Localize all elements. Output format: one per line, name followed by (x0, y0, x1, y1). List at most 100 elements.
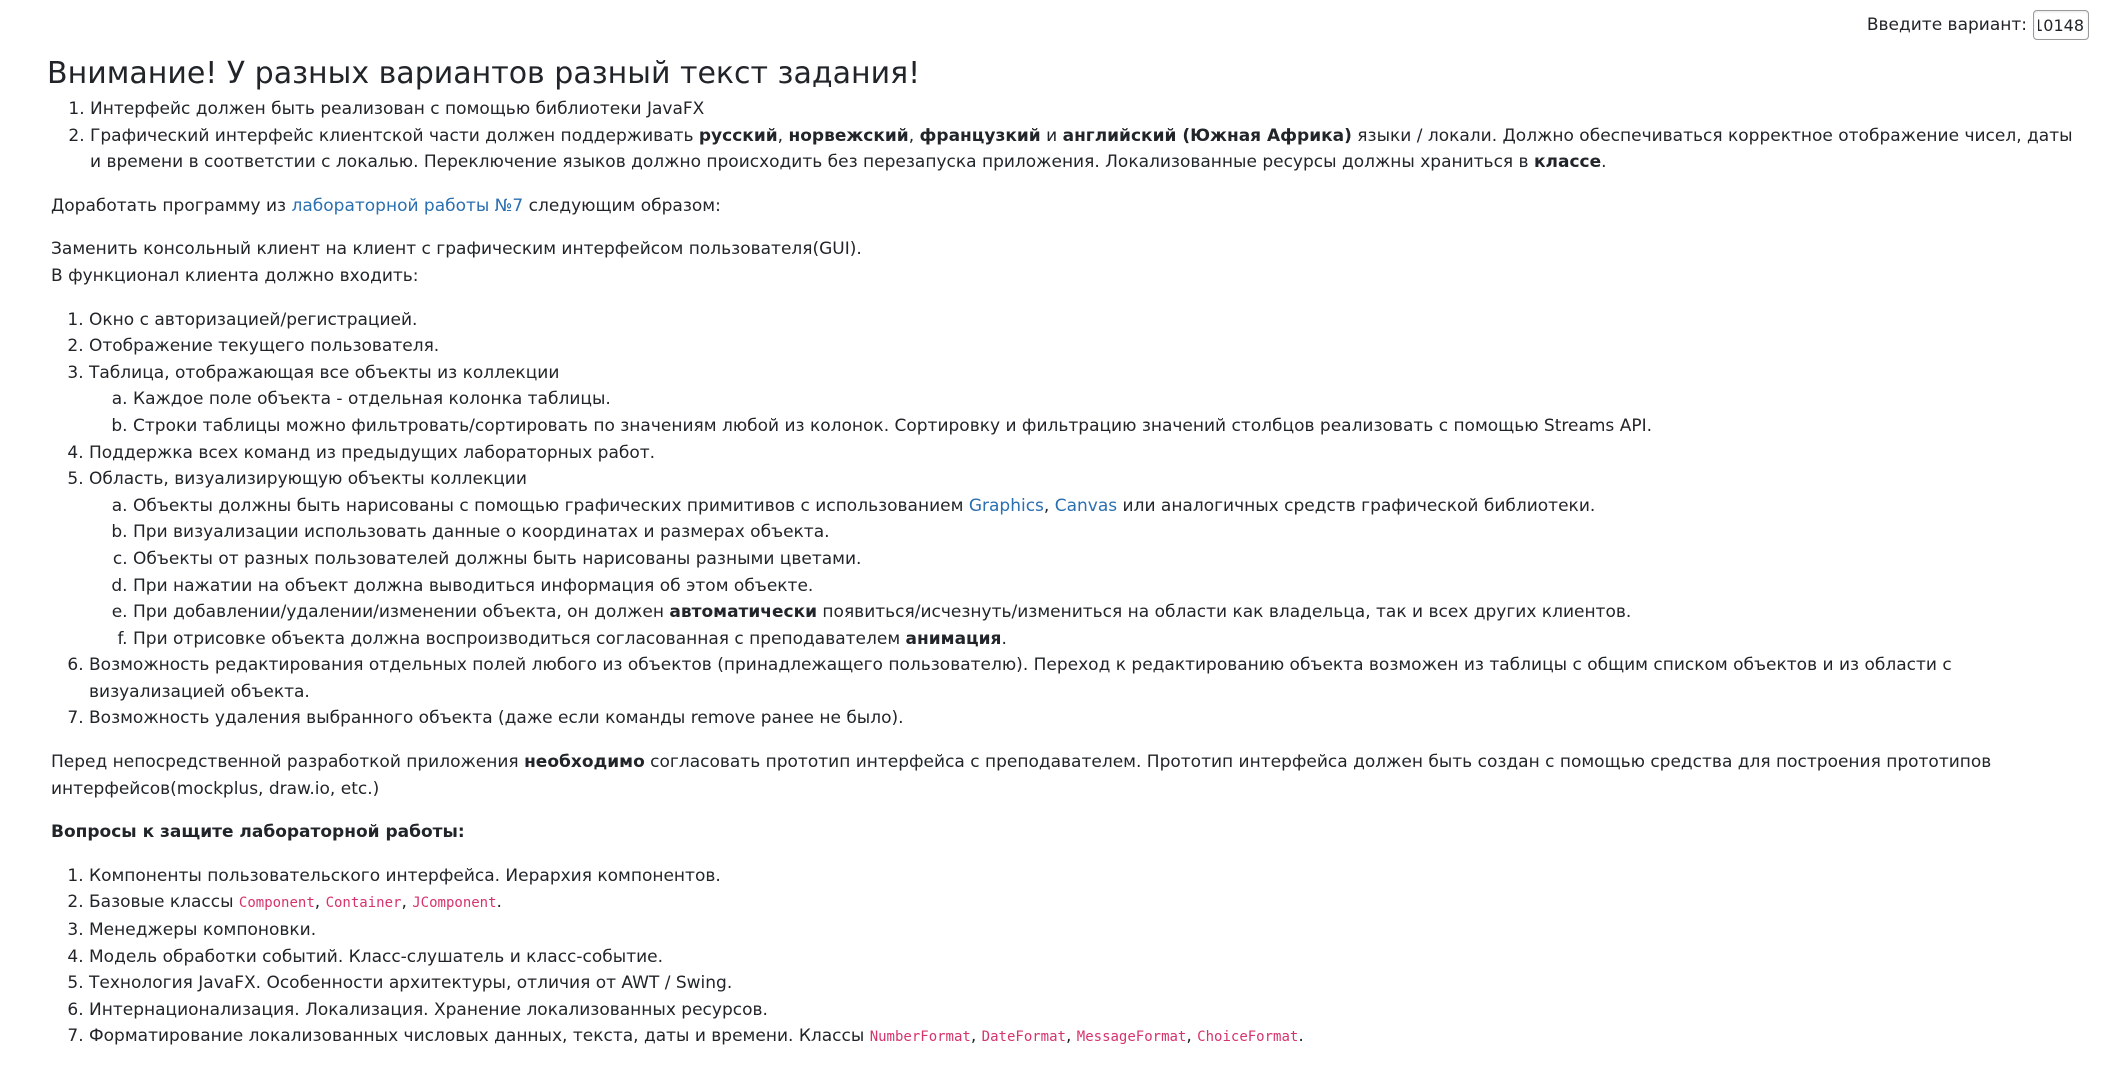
list-item: Таблица, отображающая все объекты из кол… (89, 360, 2087, 440)
feature-text: При отрисовке объекта должна воспроизвод… (133, 628, 906, 649)
feature-text: Объекты от разных пользователей должны б… (133, 548, 862, 569)
separator: . (1298, 1026, 1304, 1047)
feature-text: При визуализации использовать данные о к… (133, 522, 830, 543)
list-item: Менеджеры компоновки. (89, 917, 2087, 944)
question-text: Интернационализация. Локализация. Хранен… (89, 999, 768, 1020)
list-item: Объекты от разных пользователей должны б… (133, 546, 2087, 573)
feature-text: Возможность удаления выбранного объекта … (89, 708, 904, 729)
question-text: Компоненты пользовательского интерфейса.… (89, 865, 721, 886)
variant-label: Введите вариант: (1866, 14, 2027, 35)
feature-text: Строки таблицы можно фильтровать/сортиро… (133, 415, 1652, 436)
variant-input[interactable] (2033, 10, 2089, 40)
page-title: Внимание! У разных вариантов разный текс… (47, 56, 921, 91)
intro-text: Доработать программу из (51, 195, 292, 216)
question-text: Менеджеры компоновки. (89, 920, 317, 941)
separator: , (1043, 495, 1055, 516)
list-item: Компоненты пользовательского интерфейса.… (89, 863, 2087, 890)
emphasis: необходимо (524, 752, 645, 773)
question-text: Форматирование локализованных числовых д… (89, 1026, 870, 1047)
replace-text: В функционал клиента должно входить: (51, 265, 419, 286)
separator: , (970, 1026, 982, 1047)
class-name: Container (325, 895, 402, 912)
class-name: MessageFormat (1076, 1029, 1187, 1046)
separator: , (908, 125, 920, 146)
separator: , (401, 892, 413, 913)
list-item: При отрисовке объекта должна воспроизвод… (133, 626, 2087, 653)
class-name: NumberFormat (869, 1029, 971, 1046)
list-item: Интерфейс должен быть реализован с помощ… (90, 96, 2087, 123)
language-name: французкий (919, 125, 1041, 146)
separator: и (1040, 125, 1063, 146)
list-item: Технология JavaFX. Особенности архитекту… (89, 970, 2087, 997)
language-name: норвежский (788, 125, 909, 146)
list-item: Поддержка всех команд из предыдущих лабо… (89, 440, 2087, 467)
question-text: Базовые классы (89, 892, 239, 913)
feature-text: Возможность редактирования отдельных пол… (89, 655, 1952, 702)
list-item: При добавлении/удалении/изменении объект… (133, 599, 2087, 626)
questions-list: Компоненты пользовательского интерфейса.… (47, 863, 2087, 1051)
feature-text: появиться/исчезнуть/измениться на област… (817, 602, 1632, 623)
class-name: Component (238, 895, 315, 912)
list-item: Отображение текущего пользователя. (89, 333, 2087, 360)
features-list: Окно с авторизацией/регистрацией. Отобра… (47, 307, 2087, 733)
list-item: Окно с авторизацией/регистрацией. (89, 307, 2087, 334)
list-item: Область, визуализирующую объекты коллекц… (89, 466, 2087, 652)
separator: , (314, 892, 326, 913)
feature-text: При добавлении/удалении/изменении объект… (133, 602, 670, 623)
separator: , (1186, 1026, 1198, 1047)
separator: . (496, 892, 502, 913)
list-item: Графический интерфейс клиентской части д… (90, 123, 2087, 176)
list-item: Строки таблицы можно фильтровать/сортиро… (133, 413, 2087, 440)
visualization-sublist: Объекты должны быть нарисованы с помощью… (89, 493, 2087, 653)
list-item: Модель обработки событий. Класс-слушател… (89, 944, 2087, 971)
separator: . (1601, 152, 1607, 173)
language-name: русский (698, 125, 778, 146)
feature-text: При нажатии на объект должна выводиться … (133, 575, 814, 596)
class-name: DateFormat (981, 1029, 1066, 1046)
lab7-link[interactable]: лабораторной работы №7 (291, 196, 523, 216)
feature-text: Объекты должны быть нарисованы с помощью… (133, 495, 969, 516)
variant-bar: Введите вариант: (1867, 10, 2089, 40)
task-content: Внимание! У разных вариантов разный текс… (47, 54, 2087, 1068)
list-item: При визуализации использовать данные о к… (133, 519, 2087, 546)
class-name: ChoiceFormat (1197, 1029, 1299, 1046)
graphics-link[interactable]: Graphics (969, 496, 1044, 516)
feature-text: Отображение текущего пользователя. (89, 336, 440, 357)
feature-text: Поддержка всех команд из предыдущих лабо… (89, 442, 656, 463)
language-name: английский (Южная Африка) (1062, 125, 1352, 146)
prototype-paragraph: Перед непосредственной разработкой прило… (51, 749, 2087, 802)
list-item: Базовые классы Component, Container, JCo… (89, 889, 2087, 917)
list-item: Каждое поле объекта - отдельная колонка … (133, 386, 2087, 413)
replace-text: Заменить консольный клиент на клиент с г… (51, 239, 862, 260)
list-item: При нажатии на объект должна выводиться … (133, 573, 2087, 600)
replace-paragraph: Заменить консольный клиент на клиент с г… (51, 236, 2087, 289)
feature-text: Каждое поле объекта - отдельная колонка … (133, 389, 611, 410)
requirements-list: Интерфейс должен быть реализован с помощ… (47, 96, 2087, 176)
feature-text: Окно с авторизацией/регистрацией. (89, 309, 418, 330)
class-name: JComponent (412, 895, 497, 912)
feature-text: Область, визуализирующую объекты коллекц… (89, 469, 527, 490)
feature-text: Таблица, отображающая все объекты из кол… (89, 362, 560, 383)
prototype-text: Перед непосредственной разработкой прило… (51, 752, 525, 773)
questions-heading: Вопросы к защите лабораторной работы: (51, 819, 2087, 846)
separator: , (1065, 1026, 1077, 1047)
list-item: Объекты должны быть нарисованы с помощью… (133, 493, 2087, 520)
question-text: Модель обработки событий. Класс-слушател… (89, 946, 664, 967)
intro-paragraph: Доработать программу из лабораторной раб… (51, 193, 2087, 220)
intro-text: следующим образом: (523, 195, 721, 216)
requirement-text: Интерфейс должен быть реализован с помощ… (90, 99, 705, 119)
list-item: Возможность редактирования отдельных пол… (89, 652, 2087, 705)
emphasis: автоматически (669, 602, 818, 623)
feature-text: или аналогичных средств графической библ… (1117, 495, 1596, 516)
requirement-text: Графический интерфейс клиентской части д… (90, 125, 699, 146)
emphasis: анимация (905, 628, 1002, 649)
question-text: Технология JavaFX. Особенности архитекту… (89, 973, 733, 994)
table-sublist: Каждое поле объекта - отдельная колонка … (89, 386, 2087, 439)
list-item: Интернационализация. Локализация. Хранен… (89, 997, 2087, 1024)
feature-text: . (1001, 628, 1007, 649)
questions-title: Вопросы к защите лабораторной работы: (51, 822, 465, 843)
list-item: Форматирование локализованных числовых д… (89, 1023, 2087, 1051)
canvas-link[interactable]: Canvas (1055, 496, 1117, 516)
separator: , (777, 125, 789, 146)
storage-emphasis: классе (1533, 152, 1602, 173)
